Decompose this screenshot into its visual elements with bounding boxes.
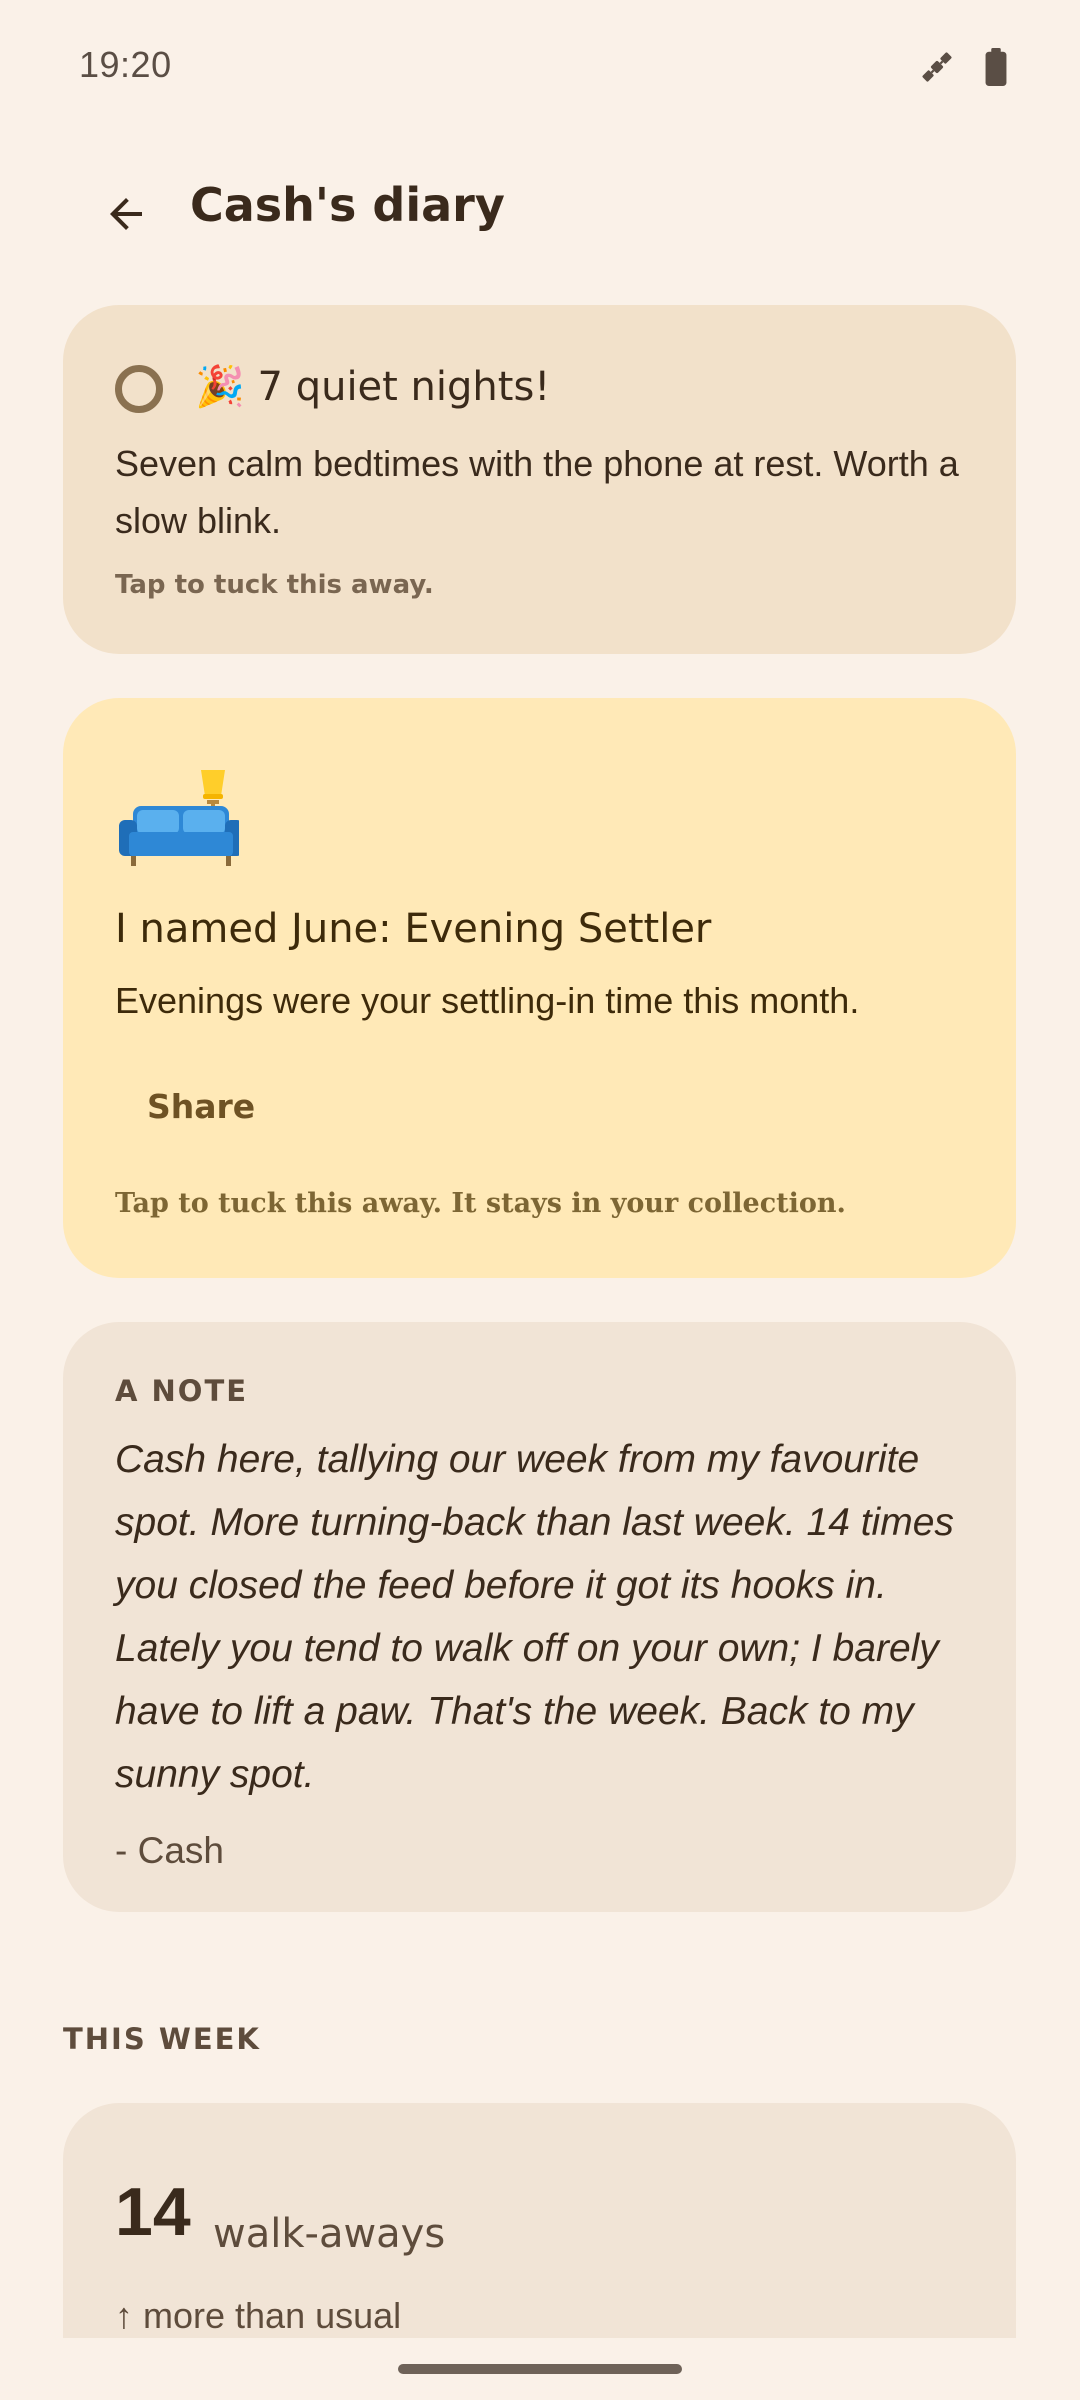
top-app-bar: Cash's diary bbox=[0, 150, 1080, 270]
back-button[interactable] bbox=[88, 176, 164, 252]
status-bar: 19:20 bbox=[0, 0, 1080, 135]
note-label: A NOTE bbox=[115, 1374, 249, 1408]
status-icons bbox=[918, 48, 1008, 86]
weekly-trend: ↑ more than usual bbox=[115, 2295, 402, 2336]
section-header-this-week: THIS WEEK bbox=[63, 2022, 261, 2056]
status-time: 19:20 bbox=[79, 44, 172, 85]
diary-scroll-content[interactable]: 🎉 7 quiet nights! Seven calm bedtimes wi… bbox=[0, 300, 1080, 2338]
monthly-title: I named June: Evening Settler bbox=[115, 906, 712, 952]
couch-and-lamp-icon bbox=[119, 770, 239, 866]
note-body: Cash here, tallying our week from my fav… bbox=[115, 1438, 954, 1796]
walk-away-count: 14 bbox=[115, 2174, 191, 2250]
note-signature: - Cash bbox=[115, 1830, 224, 1871]
achievement-card[interactable]: 🎉 7 quiet nights! Seven calm bedtimes wi… bbox=[63, 305, 1016, 654]
gesture-nav-handle[interactable] bbox=[398, 2364, 682, 2374]
party-popper-icon: 🎉 bbox=[195, 364, 245, 410]
monthly-title-card[interactable]: I named June: Evening Settler Evenings w… bbox=[63, 698, 1016, 1278]
walk-away-unit: walk-aways bbox=[213, 2211, 446, 2257]
achievement-title: 🎉 7 quiet nights! bbox=[195, 364, 551, 410]
achievement-hint: Tap to tuck this away. bbox=[115, 570, 434, 600]
note-card: A NOTE Cash here, tallying our week from… bbox=[63, 1322, 1016, 1912]
arrow-back-icon bbox=[110, 198, 142, 230]
share-button[interactable]: Share bbox=[115, 1068, 287, 1144]
satellite-icon bbox=[922, 52, 952, 82]
achievement-body: Seven calm bedtimes with the phone at re… bbox=[115, 443, 959, 541]
page-title: Cash's diary bbox=[190, 178, 505, 232]
battery-icon bbox=[985, 48, 1007, 86]
monthly-hint: Tap to tuck this away. It stays in your … bbox=[115, 1188, 846, 1219]
monthly-body: Evenings were your settling-in time this… bbox=[115, 980, 860, 1021]
weekly-stat-card[interactable]: 14 walk-aways ↑ more than usual bbox=[63, 2103, 1016, 2338]
dismiss-radio[interactable] bbox=[115, 365, 163, 413]
